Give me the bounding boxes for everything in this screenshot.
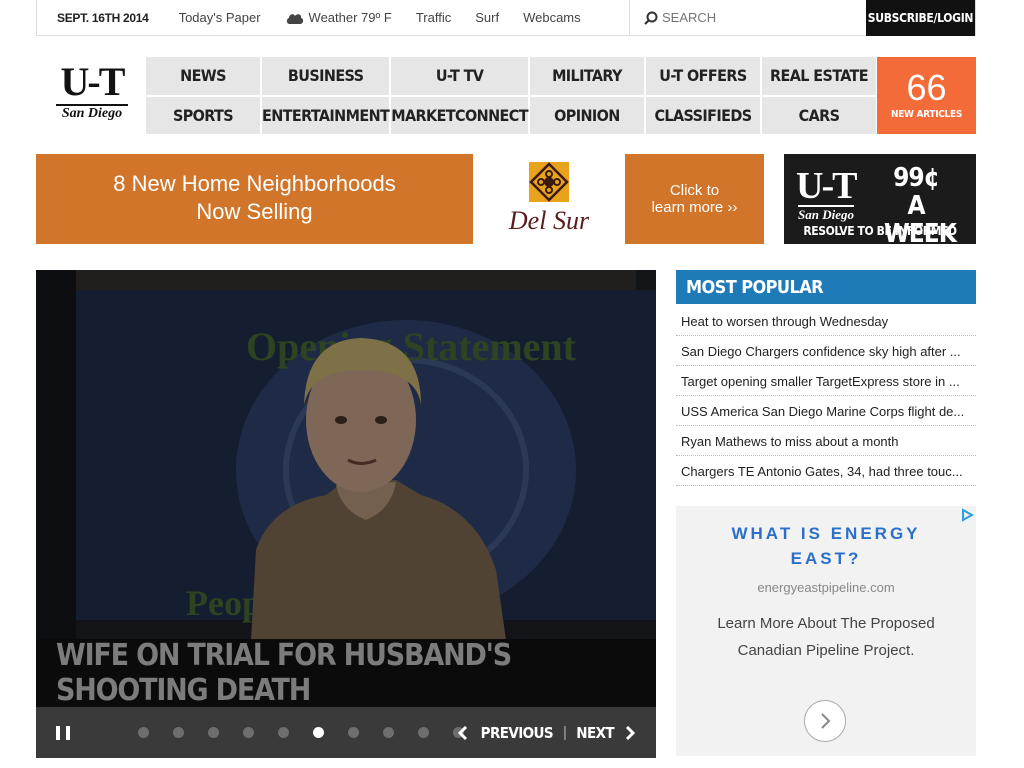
list-item[interactable]: Ryan Mathews to miss about a month	[676, 426, 976, 456]
slide-indicators	[138, 727, 488, 738]
list-item[interactable]: USS America San Diego Marine Corps fligh…	[676, 396, 976, 426]
ad-learn-more-button[interactable]: Click to learn more ››	[625, 154, 764, 244]
nav-cars[interactable]: CARS	[761, 96, 876, 134]
weather-text: Weather 79º F	[308, 10, 392, 25]
cloud-icon	[286, 13, 303, 24]
hero-photo: Opening Statement People v. Harper	[36, 270, 656, 640]
chevron-left-icon[interactable]	[457, 725, 469, 740]
slide-pager: PREVIOUS | NEXT	[457, 707, 636, 758]
top-utility-bar: SEPT. 16TH 2014 Today's Paper Weather 79…	[36, 0, 976, 36]
energy-east-ad[interactable]: WHAT IS ENERGY EAST? energyeastpipeline.…	[676, 506, 976, 756]
next-button[interactable]: NEXT	[576, 724, 614, 742]
previous-button[interactable]: PREVIOUS	[481, 724, 554, 742]
list-item[interactable]: Chargers TE Antonio Gates, 34, had three…	[676, 456, 976, 486]
ut-ad-san-diego: San Diego	[798, 205, 854, 222]
most-popular-title: MOST POPULAR	[676, 270, 976, 304]
list-item[interactable]: Target opening smaller TargetExpress sto…	[676, 366, 976, 396]
slide-dot[interactable]	[208, 727, 219, 738]
subscribe-login-button[interactable]: SUBSCRIBE/LOGIN	[866, 0, 975, 36]
main-nav: NEWS BUSINESS U-T TV MILITARY U-T OFFERS…	[146, 57, 876, 134]
slide-dot[interactable]	[383, 727, 394, 738]
ad-cta-line1: Click to	[669, 182, 720, 199]
slide-dot[interactable]	[278, 727, 289, 738]
nav-sports[interactable]: SPORTS	[146, 96, 260, 134]
slide-dot[interactable]	[418, 727, 429, 738]
todays-paper-link[interactable]: Today's Paper	[167, 10, 273, 25]
traffic-link[interactable]: Traffic	[404, 10, 463, 25]
nav-opinion[interactable]: OPINION	[529, 96, 644, 134]
weather-link[interactable]: Weather 79º F	[273, 10, 404, 25]
site-logo[interactable]: U-T San Diego	[56, 59, 128, 126]
current-date: SEPT. 16TH 2014	[57, 10, 149, 25]
search-icon	[644, 11, 658, 25]
nav-entertainment[interactable]: ENTERTAINMENT	[262, 96, 390, 134]
search-input[interactable]	[662, 10, 842, 25]
list-item[interactable]: Heat to worsen through Wednesday	[676, 306, 976, 336]
surf-link[interactable]: Surf	[463, 10, 511, 25]
nav-classifieds[interactable]: CLASSIFIEDS	[645, 96, 760, 134]
nav-business[interactable]: BUSINESS	[262, 57, 390, 95]
logo-san-diego: San Diego	[56, 104, 128, 121]
ad-banner-headline[interactable]: 8 New Home Neighborhoods Now Selling	[36, 154, 473, 244]
logo-ut: U-T	[60, 59, 126, 104]
ut-ad-logo: U-T	[796, 165, 857, 207]
nav-ut-tv[interactable]: U-T TV	[391, 57, 528, 95]
ad-side-url: energyeastpipeline.com	[757, 580, 895, 595]
hero-slideshow[interactable]: Opening Statement People v. Harper WIFE …	[36, 270, 656, 758]
adchoices-icon[interactable]	[960, 508, 974, 522]
new-articles-label: NEW ARTICLES	[890, 109, 963, 120]
ad-headline-line2: Now Selling	[196, 199, 313, 224]
ad-cta-line2: learn more ››	[651, 199, 738, 216]
pager-separator: |	[562, 724, 567, 741]
nav-marketconnect[interactable]: MARKETCONNECT	[391, 96, 529, 134]
nav-ut-offers[interactable]: U-T OFFERS	[645, 57, 760, 95]
pause-icon[interactable]	[56, 725, 70, 740]
ad-brand-logo[interactable]: Del Sur	[473, 154, 625, 244]
nav-news[interactable]: NEWS	[146, 57, 260, 95]
hero-caption-text: WIFE ON TRIAL FOR HUSBAND'S SHOOTING DEA…	[56, 638, 512, 708]
most-popular-list: Heat to worsen through Wednesday San Die…	[676, 306, 976, 486]
new-articles-count: 66	[906, 67, 947, 108]
slide-dot[interactable]	[348, 727, 359, 738]
ornament-icon	[529, 162, 569, 202]
ut-ad-tagline: RESOLVE TO BE INFORMED	[803, 224, 957, 238]
hero-caption[interactable]: WIFE ON TRIAL FOR HUSBAND'S SHOOTING DEA…	[36, 638, 656, 708]
slide-dot[interactable]	[243, 727, 254, 738]
chevron-right-icon	[821, 713, 831, 729]
ut-subscription-ad[interactable]: U-T San Diego 99¢ A WEEK RESOLVE TO BE I…	[784, 154, 976, 248]
chevron-right-icon[interactable]	[624, 725, 636, 740]
slide-dot[interactable]	[313, 727, 324, 738]
slideshow-controls: PREVIOUS | NEXT	[36, 707, 656, 758]
ad-brand-name: Del Sur	[508, 206, 590, 235]
ad-side-body: Learn More About The Proposed Canadian P…	[717, 615, 935, 659]
list-item[interactable]: San Diego Chargers confidence sky high a…	[676, 336, 976, 366]
webcams-link[interactable]: Webcams	[511, 10, 593, 25]
new-articles-button[interactable]: 66 NEW ARTICLES	[877, 57, 976, 134]
nav-real-estate[interactable]: REAL ESTATE	[761, 57, 876, 95]
ad-headline-line1: 8 New Home Neighborhoods	[113, 171, 396, 196]
ad-arrow-button[interactable]	[804, 700, 846, 742]
slide-dot[interactable]	[138, 727, 149, 738]
ad-side-headline: WHAT IS ENERGY EAST?	[731, 524, 921, 568]
slide-dot[interactable]	[173, 727, 184, 738]
nav-military[interactable]: MILITARY	[529, 57, 644, 95]
search-box[interactable]	[629, 0, 869, 35]
